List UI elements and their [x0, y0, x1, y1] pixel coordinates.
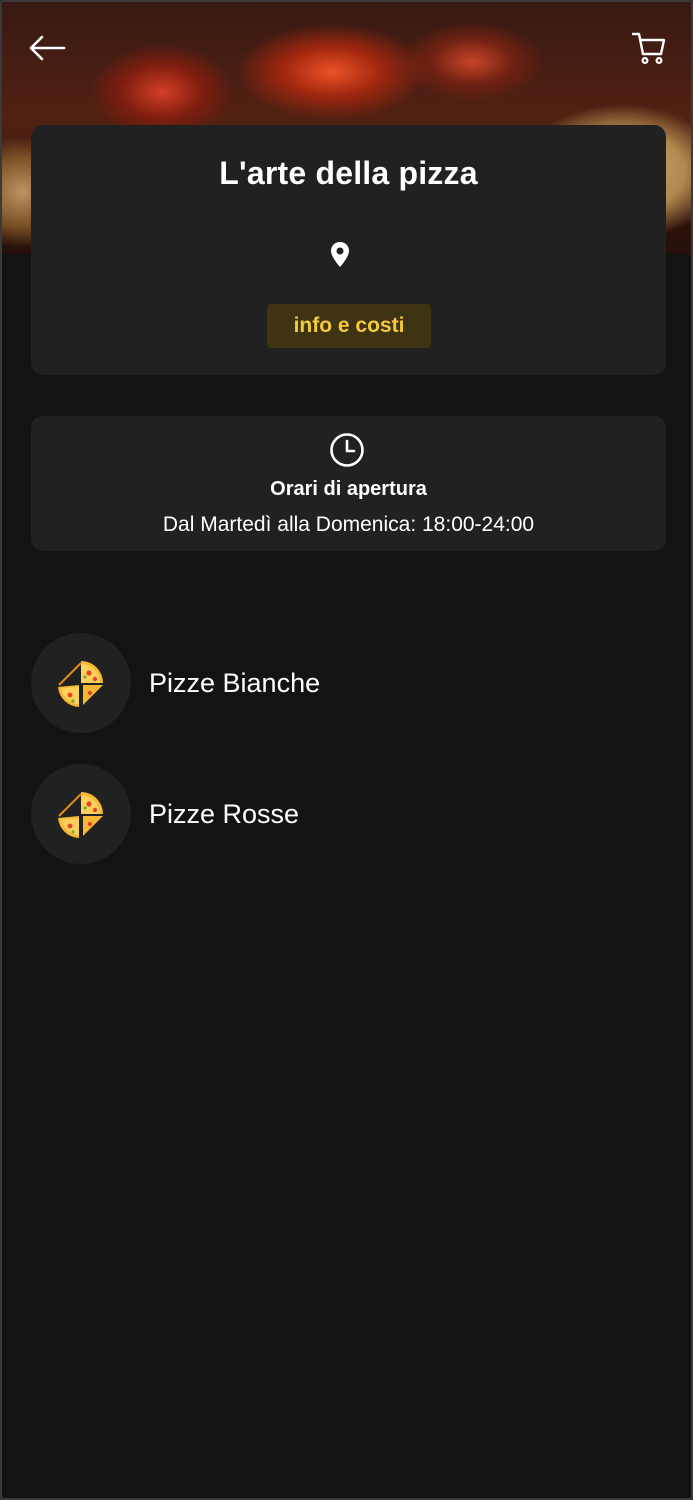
category-label: Pizze Rosse: [149, 798, 300, 829]
category-icon-circle: [31, 764, 131, 864]
restaurant-info-card: L'arte della pizza info e costi: [31, 125, 666, 375]
info-costs-button[interactable]: info e costi: [267, 304, 431, 348]
category-icon-circle: [31, 633, 131, 733]
restaurant-name: L'arte della pizza: [219, 155, 478, 191]
hours-text: Dal Martedì alla Domenica: 18:00-24:00: [162, 513, 535, 536]
location-pin-icon[interactable]: [329, 241, 351, 269]
opening-hours-card: Orari di apertura Dal Martedì alla Domen…: [31, 416, 666, 551]
hours-title: Orari di apertura: [270, 478, 427, 500]
category-pizze-rosse[interactable]: Pizze Rosse: [31, 764, 651, 864]
clock-icon: [329, 432, 365, 468]
pizza-slice-icon: [58, 661, 103, 707]
back-button[interactable]: [27, 28, 67, 68]
cart-button[interactable]: [629, 28, 669, 68]
category-pizze-bianche[interactable]: Pizze Bianche: [31, 633, 651, 733]
arrow-left-icon: [29, 35, 66, 61]
shopping-cart-icon: [631, 32, 666, 65]
category-label: Pizze Bianche: [149, 667, 321, 698]
app-screen: L'arte della pizza info e costi Orari di…: [0, 0, 693, 1500]
pizza-slice-icon: [58, 792, 103, 838]
